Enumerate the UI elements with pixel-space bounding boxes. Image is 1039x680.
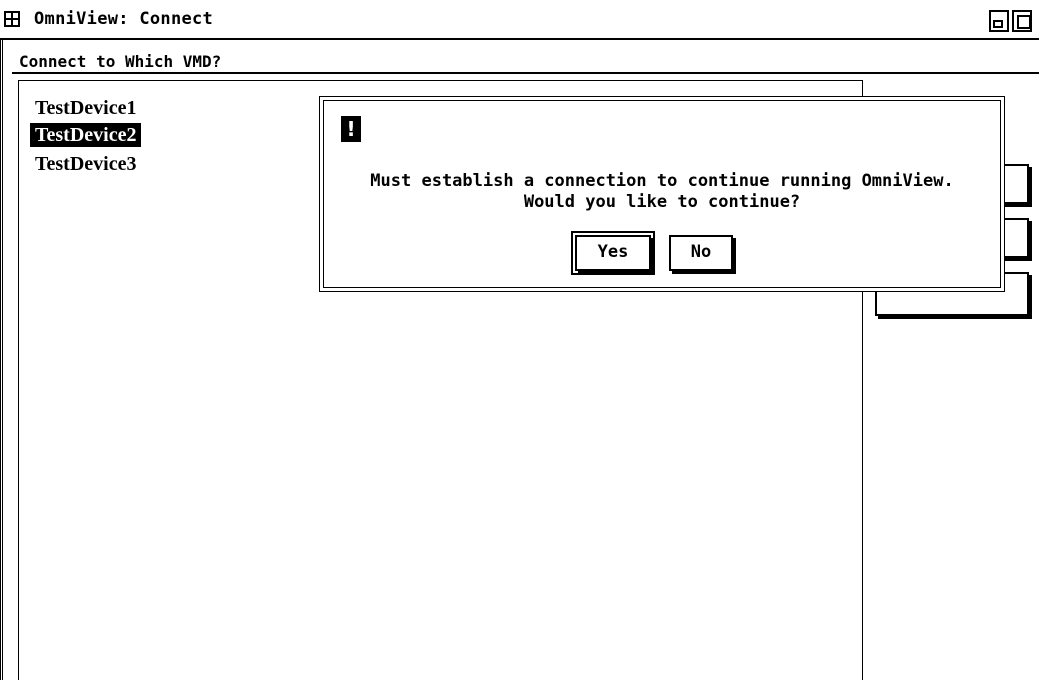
dialog-message-line-1: Must establish a connection to continue … bbox=[370, 171, 954, 191]
confirm-dialog: ! Must establish a connection to continu… bbox=[319, 96, 1005, 292]
exclamation-icon: ! bbox=[341, 116, 361, 142]
divider bbox=[12, 72, 1039, 74]
dialog-message-line-2: Would you like to continue? bbox=[523, 192, 801, 212]
list-item-testdevice1[interactable]: TestDevice1 bbox=[30, 96, 141, 120]
minimize-icon[interactable] bbox=[989, 10, 1009, 32]
title-bar: OmniView: Connect bbox=[0, 0, 1039, 40]
no-button[interactable]: No bbox=[669, 235, 733, 271]
yes-button[interactable]: Yes bbox=[571, 231, 655, 275]
maximize-icon[interactable] bbox=[1012, 10, 1032, 32]
list-item-testdevice2[interactable]: TestDevice2 bbox=[30, 123, 142, 147]
prompt-label: Connect to Which VMD? bbox=[19, 52, 222, 71]
list-item-testdevice3[interactable]: TestDevice3 bbox=[30, 152, 141, 176]
window-menu-icon[interactable] bbox=[4, 11, 20, 27]
window-title: OmniView: Connect bbox=[34, 9, 214, 29]
